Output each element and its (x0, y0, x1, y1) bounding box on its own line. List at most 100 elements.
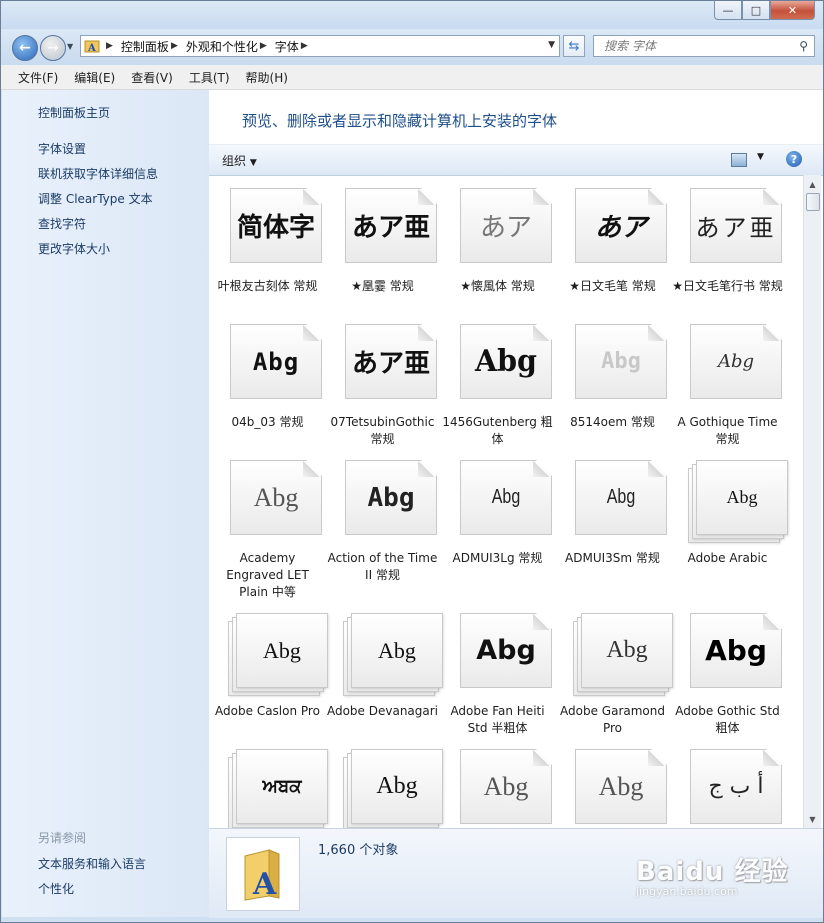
font-sample-preview: Abg (726, 487, 758, 507)
font-family-icon: Abg (688, 460, 788, 543)
font-family-icon: Abg (343, 613, 443, 696)
font-sample-preview: あア (479, 213, 532, 243)
font-file-icon: Abg (458, 324, 552, 401)
font-name-label: 8514oem 常规 (570, 415, 655, 429)
font-name-label: ★日文毛笔行书 常规 (672, 279, 783, 293)
breadcrumb-appearance[interactable]: 外观和个性化 (186, 38, 258, 55)
change-view-icon[interactable] (731, 153, 747, 167)
breadcrumb-fonts[interactable]: 字体 (275, 38, 299, 55)
font-file-icon: あア (458, 188, 552, 265)
font-sample-preview: Abg (367, 482, 415, 513)
scrollbar-thumb[interactable] (806, 193, 820, 211)
arrow-right-icon: → (47, 40, 59, 56)
font-sample-preview: أ ب ج (708, 774, 764, 799)
font-sample-preview: Abg (475, 344, 537, 379)
personalization-link[interactable]: 个性化 (38, 880, 74, 897)
fonts-folder-thumbnail-icon: A (226, 837, 300, 911)
font-sample-preview: Abg (717, 351, 755, 372)
font-name-label: Adobe Arabic (687, 551, 768, 565)
font-sample-preview: ਅਬਕ (262, 776, 302, 797)
adjust-cleartype-link[interactable]: 调整 ClearType 文本 (38, 190, 153, 207)
font-sample-preview: Abg (601, 349, 641, 374)
content-pane: 预览、删除或者显示和隐藏计算机上安装的字体 组织 ▼ ▼ ? 简体字 叶根友古刻体… (209, 90, 823, 828)
explorer-window: — □ ✕ ← → ▼ A ▶ 控制面板 ▶ 外观和个性化 ▶ 字体 ▶ ▼ ⇆… (0, 0, 824, 923)
menu-view[interactable]: 查看(V) (123, 69, 181, 86)
font-sample-preview: Abg (376, 773, 418, 799)
font-file-icon: あア (573, 188, 667, 265)
font-name-label: ★日文毛笔 常规 (569, 279, 656, 293)
font-name-label: 04b_03 常规 (231, 415, 304, 429)
font-name-label: Adobe Devanagari (326, 704, 439, 718)
font-file-icon: Abg (573, 460, 667, 537)
help-icon[interactable]: ? (786, 151, 802, 167)
font-sample-preview: あア亜 (351, 349, 430, 379)
baidu-watermark-logo: Baidu 经验 jingyan.baidu.com (636, 857, 789, 898)
menu-help[interactable]: 帮助(H) (238, 69, 296, 86)
font-name-label: ADMUI3Sm 常规 (565, 551, 660, 565)
font-sample-preview: Abg (606, 637, 648, 663)
font-name-label: Adobe Caslon Pro (215, 704, 320, 718)
item-count: 1,660 个对象 (318, 843, 399, 858)
address-history-dropdown[interactable]: ▼ (548, 40, 555, 50)
menu-tools[interactable]: 工具(T) (181, 69, 238, 86)
scroll-down-arrow-icon[interactable]: ▼ (806, 812, 819, 826)
chevron-right-icon[interactable]: ▶ (301, 41, 308, 51)
font-file-icon: 简体字 (228, 188, 322, 265)
forward-button[interactable]: → (40, 35, 66, 61)
get-font-info-online-link[interactable]: 联机获取字体详细信息 (38, 165, 158, 182)
font-sample-preview: あア亜 (695, 214, 777, 242)
font-name-label: Adobe Gothic Std 粗体 (675, 704, 780, 735)
font-sample-preview: Abg (705, 634, 767, 667)
address-bar[interactable]: A ▶ 控制面板 ▶ 外观和个性化 ▶ 字体 ▶ ▼ (80, 35, 560, 57)
font-file-icon: Abg (688, 324, 782, 401)
font-name-label: Academy Engraved LET Plain 中等 (226, 551, 309, 599)
font-name-label: A Gothique Time 常规 (677, 415, 778, 446)
svg-text:A: A (252, 867, 277, 902)
font-sample-preview: Abg (378, 637, 416, 663)
title-bar: — □ ✕ (1, 1, 823, 29)
font-file-icon: أ ب ج (688, 749, 782, 826)
font-sample-preview: Abg (598, 771, 644, 801)
font-file-icon: Abg (573, 749, 667, 826)
font-family-icon: Abg (573, 613, 673, 696)
font-file-icon: Abg (228, 324, 322, 401)
search-box[interactable]: ⚲ (593, 35, 815, 57)
close-button[interactable]: ✕ (770, 1, 815, 20)
font-name-label: 07TetsubinGothic 常规 (330, 415, 435, 446)
view-options-dropdown[interactable]: ▼ (757, 152, 764, 162)
font-sample-preview: 简体字 (236, 213, 315, 243)
organize-menu-button[interactable]: 组织 ▼ (222, 152, 257, 169)
menu-bar: 文件(F) 编辑(E) 查看(V) 工具(T) 帮助(H) (1, 65, 823, 90)
recent-pages-dropdown[interactable]: ▼ (67, 42, 73, 51)
control-panel-home-link[interactable]: 控制面板主页 (38, 104, 110, 121)
chevron-right-icon[interactable]: ▶ (106, 41, 113, 51)
chevron-right-icon[interactable]: ▶ (260, 41, 267, 51)
search-input[interactable] (602, 38, 786, 54)
menu-edit[interactable]: 编辑(E) (66, 69, 123, 86)
breadcrumb-control-panel[interactable]: 控制面板 (121, 38, 169, 55)
font-name-label: ★懐風体 常规 (460, 279, 535, 293)
font-file-icon: Abg (458, 749, 552, 826)
font-sample-preview: あア (594, 213, 647, 243)
back-button[interactable]: ← (12, 35, 38, 61)
font-file-icon: Abg (688, 613, 782, 690)
refresh-button[interactable]: ⇆ (563, 35, 585, 57)
font-name-label: ADMUI3Lg 常规 (452, 551, 543, 565)
font-file-icon: あア亜 (343, 324, 437, 401)
font-settings-link[interactable]: 字体设置 (38, 140, 86, 157)
font-sample-preview: あア亜 (351, 213, 430, 243)
scroll-up-arrow-icon[interactable]: ▲ (806, 177, 819, 191)
change-font-size-link[interactable]: 更改字体大小 (38, 240, 110, 257)
svg-text:A: A (87, 43, 96, 54)
find-character-link[interactable]: 查找字符 (38, 215, 86, 232)
font-name-label: ★凰霎 常规 (351, 279, 414, 293)
text-services-link[interactable]: 文本服务和输入语言 (38, 855, 146, 872)
minimize-button[interactable]: — (714, 1, 742, 20)
vertical-scrollbar[interactable]: ▲ ▼ (803, 175, 821, 828)
maximize-button[interactable]: □ (742, 1, 770, 20)
search-icon[interactable]: ⚲ (799, 39, 808, 53)
command-bar: 组织 ▼ ▼ ? (209, 144, 823, 176)
font-file-icon: あア亜 (688, 188, 782, 265)
chevron-right-icon[interactable]: ▶ (171, 41, 178, 51)
menu-file[interactable]: 文件(F) (1, 69, 66, 86)
